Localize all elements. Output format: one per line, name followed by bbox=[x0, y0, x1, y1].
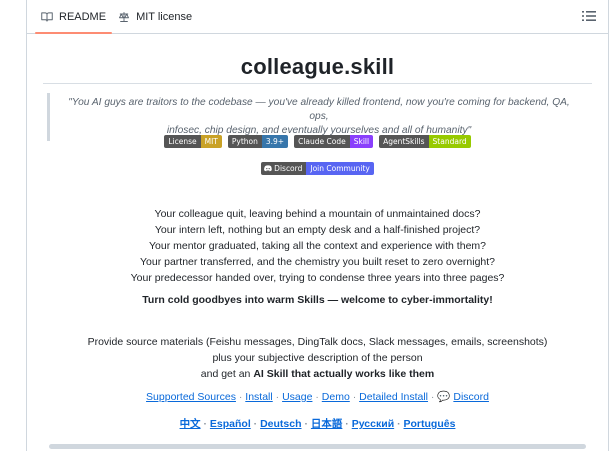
description-line-3: and get an AI Skill that actually works … bbox=[27, 366, 608, 382]
badge-value: Standard bbox=[428, 135, 471, 148]
separator: · bbox=[349, 391, 360, 403]
tab-readme-label: README bbox=[59, 10, 107, 23]
license-badge[interactable]: License MIT bbox=[164, 135, 222, 148]
claude-code-badge[interactable]: Claude Code Skill bbox=[294, 135, 374, 148]
separator: · bbox=[235, 391, 246, 403]
speech-bubble-icon: 💬 bbox=[437, 391, 454, 403]
title-divider bbox=[43, 83, 592, 84]
intro-line: Your mentor graduated, taking all the co… bbox=[149, 240, 486, 252]
separator: · bbox=[428, 391, 438, 403]
badge-label: AgentSkills bbox=[379, 135, 429, 148]
separator: · bbox=[301, 418, 311, 430]
discord-icon bbox=[264, 165, 272, 172]
discord-badge-label: Discord bbox=[274, 164, 303, 173]
separator: · bbox=[200, 418, 210, 430]
lang-japanese[interactable]: 日本語 bbox=[311, 418, 343, 430]
badge-label: License bbox=[164, 135, 201, 148]
discord-badge-left: Discord bbox=[261, 162, 307, 175]
quote-block: "You AI guys are traitors to the codebas… bbox=[47, 93, 588, 141]
readme-title: colleague.skill bbox=[240, 54, 395, 79]
badge-value: 3.9+ bbox=[261, 135, 289, 148]
language-links: 中文 · Español · Deutsch · 日本語 · Русский ·… bbox=[27, 416, 608, 431]
horizontal-scrollbar[interactable] bbox=[49, 444, 586, 449]
description-prefix: and get an bbox=[200, 368, 254, 380]
link-detailed-install[interactable]: Detailed Install bbox=[359, 391, 428, 403]
link-discord[interactable]: Discord bbox=[453, 391, 489, 403]
intro-line: Your colleague quit, leaving behind a mo… bbox=[154, 208, 481, 220]
agentskills-badge[interactable]: AgentSkills Standard bbox=[379, 135, 471, 148]
link-usage[interactable]: Usage bbox=[282, 391, 312, 403]
link-demo[interactable]: Demo bbox=[322, 391, 350, 403]
link-supported-sources[interactable]: Supported Sources bbox=[146, 391, 236, 403]
separator: · bbox=[312, 391, 322, 403]
separator: · bbox=[272, 391, 283, 403]
lang-portuguese[interactable]: Português bbox=[404, 418, 456, 430]
quote-line-1: "You AI guys are traitors to the codebas… bbox=[68, 97, 570, 122]
badge-label: Python bbox=[227, 135, 262, 148]
badge-row: License MIT Python 3.9+ Claude Code Skill A… bbox=[27, 135, 608, 148]
tab-readme[interactable]: README bbox=[35, 0, 113, 34]
separator: · bbox=[394, 418, 404, 430]
python-badge[interactable]: Python 3.9+ bbox=[227, 135, 289, 148]
scale-icon bbox=[119, 11, 130, 22]
tagline: Turn cold goodbyes into warm Skills — we… bbox=[142, 294, 493, 306]
intro-line: Your partner transferred, and the chemis… bbox=[139, 256, 496, 268]
lang-german[interactable]: Deutsch bbox=[260, 418, 301, 430]
tab-license[interactable]: MIT license bbox=[112, 0, 198, 33]
description-paragraph: Provide source materials (Feishu message… bbox=[27, 334, 608, 382]
discord-badge-value: Join Community bbox=[306, 162, 374, 175]
separator: · bbox=[342, 418, 352, 430]
badge-value: Skill bbox=[349, 135, 374, 148]
intro-line: Your intern left, nothing but an empty d… bbox=[154, 224, 481, 236]
tab-license-label: MIT license bbox=[136, 10, 193, 23]
lang-russian[interactable]: Русский bbox=[352, 418, 394, 430]
separator: · bbox=[250, 418, 261, 430]
readme-panel: README MIT license colleague.skill "You … bbox=[26, 0, 609, 451]
discord-badge[interactable]: Discord Join Community bbox=[261, 162, 374, 175]
discord-row: Discord Join Community bbox=[27, 162, 608, 175]
list-menu-icon[interactable] bbox=[582, 10, 596, 22]
link-install[interactable]: Install bbox=[245, 391, 272, 403]
lang-chinese[interactable]: 中文 bbox=[180, 418, 201, 430]
badge-label: Claude Code bbox=[294, 135, 350, 148]
description-line-2: plus your subjective description of the … bbox=[212, 352, 423, 364]
description-line-1: Provide source materials (Feishu message… bbox=[87, 336, 548, 348]
description-bold: AI Skill that actually works like them bbox=[253, 368, 435, 380]
intro-paragraph: Your colleague quit, leaving behind a mo… bbox=[27, 206, 608, 286]
nav-links: Supported Sources · Install · Usage · De… bbox=[27, 390, 608, 403]
readme-tabs: README MIT license bbox=[27, 0, 608, 34]
lang-spanish[interactable]: Español bbox=[210, 418, 251, 430]
intro-line: Your predecessor handed over, trying to … bbox=[130, 272, 505, 284]
badge-value: MIT bbox=[200, 135, 222, 148]
book-icon bbox=[41, 11, 53, 22]
